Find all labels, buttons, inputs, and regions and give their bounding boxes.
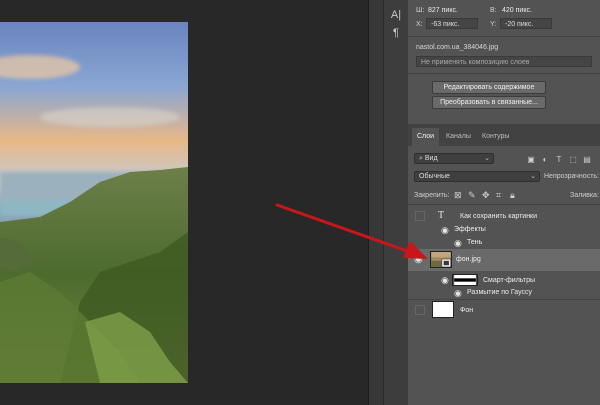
width-label: Ш: [416,7,425,14]
layer-name: Фон [460,307,474,314]
panel-dock-edge[interactable] [369,0,383,405]
background-thumbnail [432,301,454,318]
width-value[interactable]: 827 пикс. [428,7,458,14]
filter-mask-thumbnail [452,274,478,286]
filter-kind-select[interactable]: ⌕ Вид ⌄ [414,153,494,164]
adjustment-filter-icon[interactable]: ◐ [540,155,550,165]
eye-icon[interactable]: ◉ [454,287,462,299]
lock-transparent-icon[interactable]: ⊠ [454,190,462,201]
filter-kind-value: Вид [424,155,438,162]
layers-panel: Слои Каналы Контуры ⌕ Вид ⌄ ▣ ◐ T ⬚ ▤ Об… [408,124,600,405]
linked-filename: nastol.com.ua_384046.jpg [416,44,499,51]
chevron-down-icon: ⌄ [484,155,490,162]
visibility-toggle-empty[interactable] [415,305,425,315]
height-value[interactable]: 420 пикс. [502,7,532,14]
landscape-photo [0,22,188,383]
layer-row-effects[interactable]: ◉ Эффекты [408,223,600,237]
effect-name: Тень [467,239,483,246]
filter-name: Размытие по Гауссу [467,289,533,296]
eye-icon[interactable]: ◉ [414,254,423,266]
fill-label: Заливка: [570,192,599,199]
paragraph-panel-icon[interactable]: ¶ [388,26,404,40]
eye-icon[interactable]: ◉ [441,274,449,286]
lock-all-icon[interactable]: 🔒︎ [510,190,515,201]
type-filter-icon[interactable]: T [554,155,564,165]
layer-thumbnail [430,251,452,268]
layer-comps-select[interactable]: Не применять композицию слоев [416,56,592,67]
convert-to-linked-button[interactable]: Преобразовать в связанные... [432,96,546,109]
collapsed-panels-strip: A| ¶ [383,0,409,405]
layer-name: Как сохранить картинки [460,213,538,220]
lock-artboard-icon[interactable]: ⌗ [496,190,501,201]
tab-channels[interactable]: Каналы [441,128,476,146]
blend-mode-value: Обычные [419,173,450,180]
chevron-down-icon: ⌄ [530,173,536,180]
x-field[interactable]: -63 пикс. [426,18,478,29]
lock-label: Закрепить: [414,192,450,199]
layers-tabs-bar: Слои Каналы Контуры [408,124,600,146]
text-layer-icon: T [438,210,445,221]
lock-position-icon[interactable]: ✥ [482,190,490,201]
layer-row-background[interactable]: Фон [408,300,600,320]
tab-paths[interactable]: Контуры [477,128,514,146]
document-canvas[interactable] [0,0,368,405]
eye-icon[interactable]: ◉ [441,224,449,236]
layer-row-shadow[interactable]: ◉ Тень [408,236,600,250]
effects-label: Эффекты [454,226,486,233]
properties-and-layers-panel: Ш: 827 пикс. В: 420 пикс. X: -63 пикс. Y… [408,0,600,405]
opacity-label: Непрозрачность: [544,173,599,180]
smart-object-filter-icon[interactable]: ▤ [582,155,592,165]
divider [408,36,600,37]
character-panel-icon[interactable]: A| [388,8,404,22]
y-field[interactable]: -20 пикс. [500,18,552,29]
layer-row-gaussian-blur[interactable]: ◉ Размытие по Гауссу [408,286,600,300]
blend-mode-select[interactable]: Обычные ⌄ [414,171,540,182]
smart-filters-label: Смарт-фильтры [483,277,536,284]
edit-contents-button[interactable]: Редактировать содержимое [432,81,546,94]
eye-icon[interactable]: ◉ [454,237,462,249]
pixel-filter-icon[interactable]: ▣ [526,155,536,165]
layer-row-smart-object[interactable]: ◉ фон.jpg [408,249,600,271]
divider [408,73,600,74]
lock-image-icon[interactable]: ✎ [468,190,476,201]
y-label: Y: [490,21,497,28]
height-label: В: [490,7,497,14]
divider [408,204,600,205]
x-label: X: [416,21,423,28]
layer-name: фон.jpg [456,256,481,263]
visibility-toggle-empty[interactable] [415,211,425,221]
shape-filter-icon[interactable]: ⬚ [568,155,578,165]
tab-layers[interactable]: Слои [412,128,440,146]
